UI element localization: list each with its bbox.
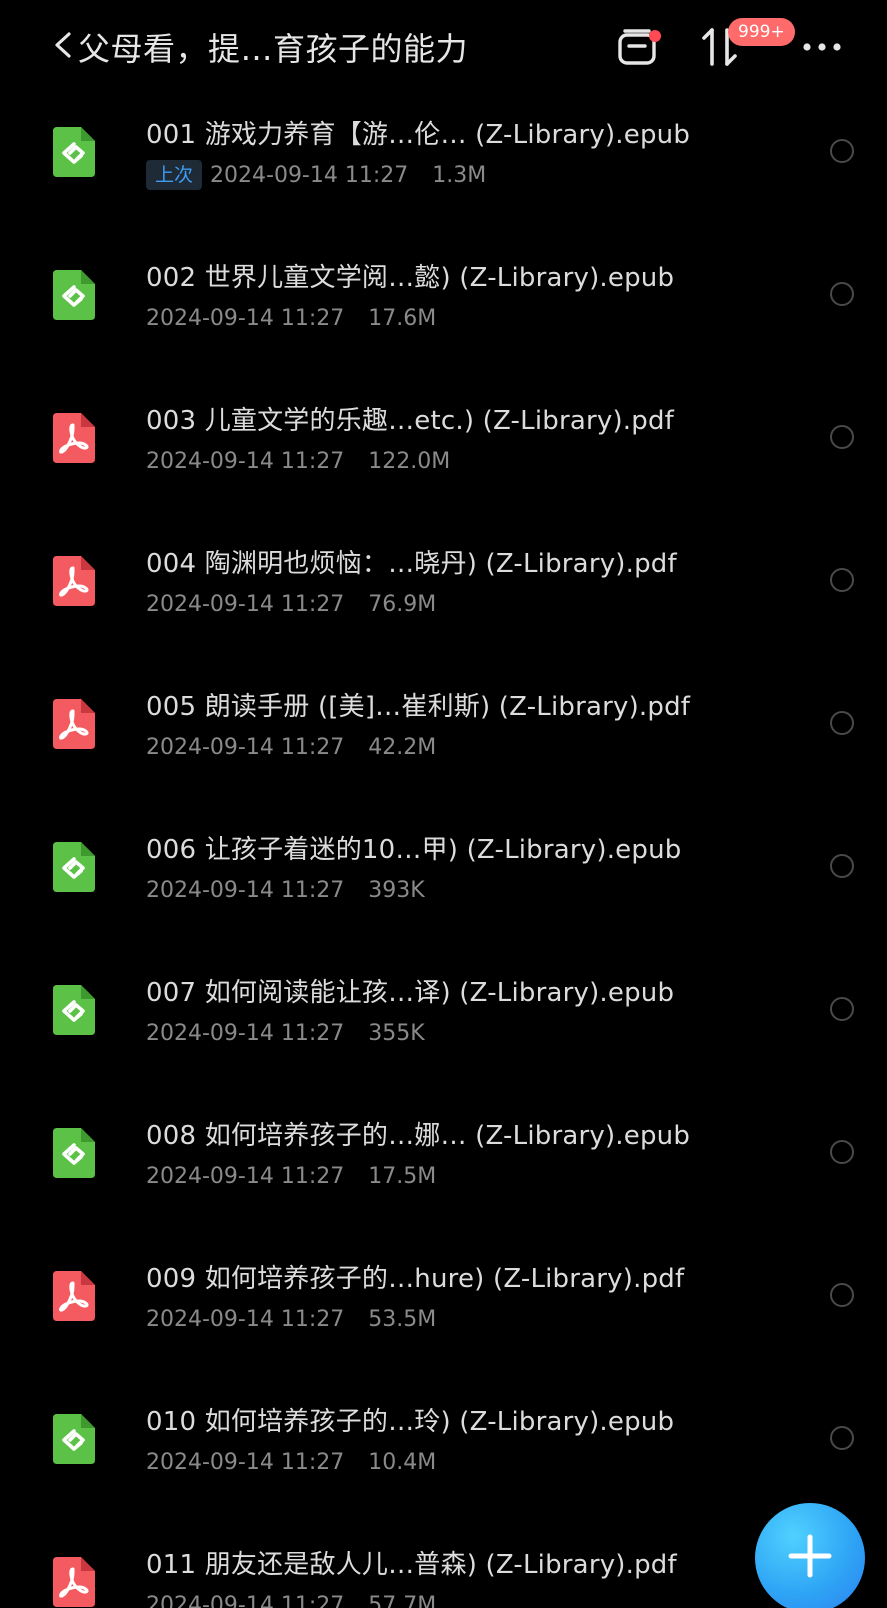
file-date: 2024-09-14 11:27 [146,1592,345,1608]
file-row[interactable]: 004 陶渊明也烦恼：…晓丹) (Z-Library).pdf 2024-09-… [0,525,887,668]
file-size: 10.4M [368,1449,437,1475]
file-date: 2024-09-14 11:27 [210,162,409,188]
file-meta: 2024-09-14 11:27 17.6M [146,303,436,333]
pdf-file-icon [49,1267,97,1323]
transfer-icon: 999+ [700,18,795,68]
file-row[interactable]: 001 游戏力养育【游…伦… (Z-Library).epub 上次 2024-… [0,96,887,239]
file-list-screen: 父母看，提…育孩子的能力 999+ 001 游戏力养育【游…伦… (Z-Libr… [0,0,887,1608]
pdf-file-icon [49,552,97,608]
file-date: 2024-09-14 11:27 [146,1163,345,1189]
file-size: 17.6M [368,305,437,331]
file-date: 2024-09-14 11:27 [146,1020,345,1046]
file-size: 53.5M [368,1306,437,1332]
file-size: 355K [368,1020,425,1046]
file-row[interactable]: 007 如何阅读能让孩…译) (Z-Library).epub 2024-09-… [0,954,887,1097]
more-button[interactable] [800,22,844,72]
epub-file-icon [49,1124,97,1180]
transfer-count-badge: 999+ [728,18,795,46]
pdf-file-icon [49,409,97,465]
file-row[interactable]: 008 如何培养孩子的…娜… (Z-Library).epub 2024-09-… [0,1097,887,1240]
epub-file-icon [49,123,97,179]
file-meta: 2024-09-14 11:27 393K [146,875,425,905]
file-size: 76.9M [368,591,437,617]
top-bar: 父母看，提…育孩子的能力 999+ [0,0,887,96]
file-name: 005 朗读手册 ([美]…崔利斯) (Z-Library).pdf [146,692,691,722]
tasks-button[interactable] [612,22,662,72]
select-radio[interactable] [830,854,854,878]
file-date: 2024-09-14 11:27 [146,1449,345,1475]
select-radio[interactable] [830,997,854,1021]
select-radio[interactable] [830,139,854,163]
file-name: 010 如何培养孩子的…玲) (Z-Library).epub [146,1407,675,1437]
file-meta: 2024-09-14 11:27 10.4M [146,1447,436,1477]
last-opened-tag: 上次 [146,160,203,190]
file-size: 1.3M [432,162,487,188]
file-date: 2024-09-14 11:27 [146,591,345,617]
file-list: 001 游戏力养育【游…伦… (Z-Library).epub 上次 2024-… [0,96,887,1608]
file-date: 2024-09-14 11:27 [146,734,345,760]
file-meta: 2024-09-14 11:27 42.2M [146,732,436,762]
pdf-file-icon [49,1553,97,1608]
select-radio[interactable] [830,568,854,592]
file-row[interactable]: 006 让孩子着迷的10…甲) (Z-Library).epub 2024-09… [0,811,887,954]
file-name: 008 如何培养孩子的…娜… (Z-Library).epub [146,1121,691,1151]
select-radio[interactable] [830,425,854,449]
file-name: 006 让孩子着迷的10…甲) (Z-Library).epub [146,835,682,865]
epub-file-icon [49,838,97,894]
file-row[interactable]: 011 朋友还是敌人儿…普森) (Z-Library).pdf 2024-09-… [0,1526,887,1608]
select-radio[interactable] [830,1140,854,1164]
file-meta: 2024-09-14 11:27 122.0M [146,446,450,476]
file-size: 393K [368,877,425,903]
file-meta: 2024-09-14 11:27 355K [146,1018,425,1048]
epub-file-icon [49,1410,97,1466]
file-size: 122.0M [368,448,451,474]
file-meta: 2024-09-14 11:27 17.5M [146,1161,436,1191]
file-meta: 2024-09-14 11:27 57.7M [146,1590,436,1608]
file-size: 17.5M [368,1163,437,1189]
file-name: 002 世界儿童文学阅…懿) (Z-Library).epub [146,263,675,293]
file-row[interactable]: 002 世界儿童文学阅…懿) (Z-Library).epub 2024-09-… [0,239,887,382]
file-name: 011 朋友还是敌人儿…普森) (Z-Library).pdf [146,1550,677,1580]
select-radio[interactable] [830,711,854,735]
file-row[interactable]: 010 如何培养孩子的…玲) (Z-Library).epub 2024-09-… [0,1383,887,1526]
transfer-button[interactable]: 999+ [698,18,795,72]
chevron-left-icon [52,30,74,64]
task-box-icon [617,28,661,66]
file-date: 2024-09-14 11:27 [146,1306,345,1332]
file-meta: 2024-09-14 11:27 53.5M [146,1304,436,1334]
file-name: 001 游戏力养育【游…伦… (Z-Library).epub [146,120,691,150]
more-icon [802,42,842,52]
file-size: 42.2M [368,734,437,760]
file-name: 009 如何培养孩子的…hure) (Z-Library).pdf [146,1264,685,1294]
select-radio[interactable] [830,1283,854,1307]
epub-file-icon [49,981,97,1037]
file-row[interactable]: 009 如何培养孩子的…hure) (Z-Library).pdf 2024-0… [0,1240,887,1383]
pdf-file-icon [49,695,97,751]
file-date: 2024-09-14 11:27 [146,448,345,474]
file-name: 004 陶渊明也烦恼：…晓丹) (Z-Library).pdf [146,549,677,579]
file-size: 57.7M [368,1592,437,1608]
file-date: 2024-09-14 11:27 [146,305,345,331]
notification-dot [649,30,661,42]
back-button[interactable]: 父母看，提…育孩子的能力 [52,24,468,70]
select-radio[interactable] [830,1426,854,1450]
epub-file-icon [49,266,97,322]
file-date: 2024-09-14 11:27 [146,877,345,903]
file-name: 007 如何阅读能让孩…译) (Z-Library).epub [146,978,675,1008]
page-title: 父母看，提…育孩子的能力 [78,30,469,68]
file-meta: 2024-09-14 11:27 76.9M [146,589,436,619]
file-row[interactable]: 003 儿童文学的乐趣…etc.) (Z-Library).pdf 2024-0… [0,382,887,525]
plus-icon [788,1534,832,1582]
select-radio[interactable] [830,282,854,306]
file-name: 003 儿童文学的乐趣…etc.) (Z-Library).pdf [146,406,675,436]
file-meta: 上次 2024-09-14 11:27 1.3M [146,160,486,190]
file-row[interactable]: 005 朗读手册 ([美]…崔利斯) (Z-Library).pdf 2024-… [0,668,887,811]
add-button[interactable] [755,1503,865,1608]
